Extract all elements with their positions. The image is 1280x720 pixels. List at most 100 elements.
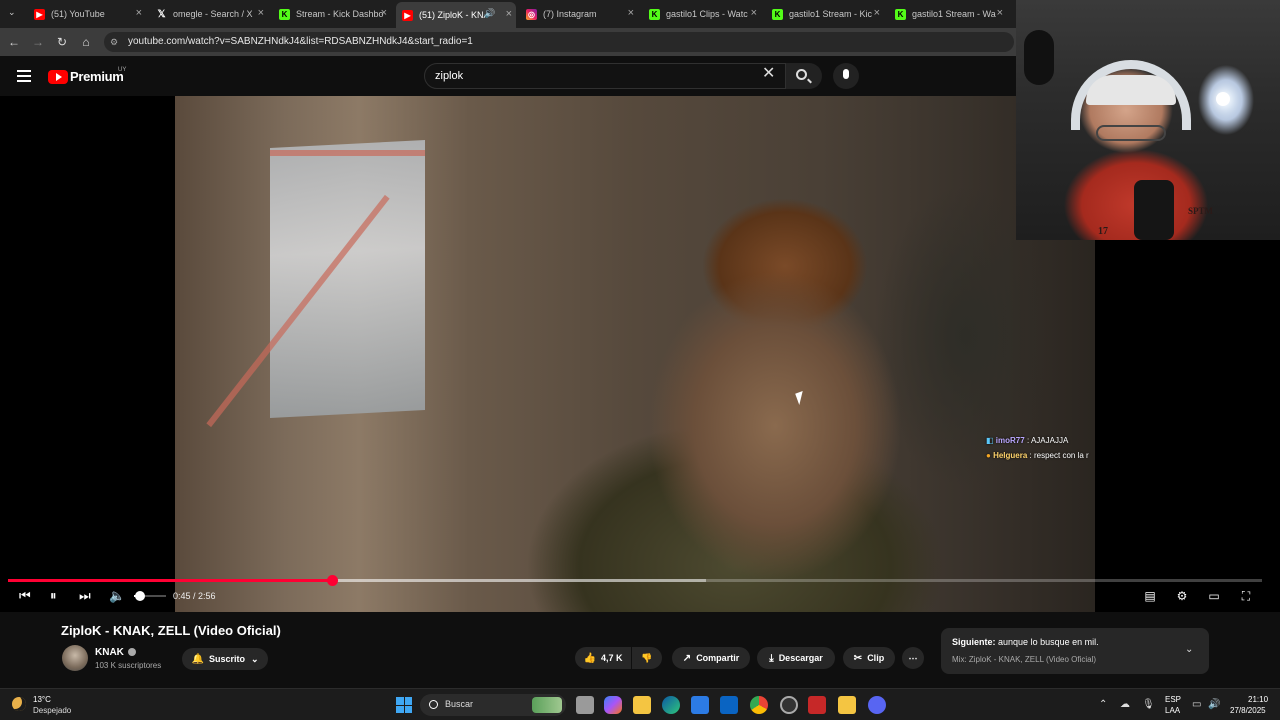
previous-video-icon[interactable]: ⏮ (19, 588, 33, 604)
browser-tab[interactable]: K gastilo1 Stream - Kic × (766, 4, 884, 24)
subtitles-icon[interactable]: ▤ (1142, 588, 1158, 604)
search-highlight-icon (532, 697, 562, 713)
close-icon[interactable]: × (751, 7, 757, 19)
app-icon[interactable] (838, 696, 856, 714)
up-next-title: aunque lo busque en mil. (998, 637, 1099, 647)
tab-title: omegle - Search / X (173, 9, 253, 19)
youtube-icon: ▶ (34, 8, 45, 20)
browser-tab-active[interactable]: ▶ (51) ZiploK - KNA 🔊 × (396, 2, 516, 28)
clock-time[interactable]: 21:10 (1248, 695, 1268, 704)
video-frame[interactable] (175, 96, 1095, 612)
share-label: Compartir (696, 653, 740, 663)
close-icon[interactable]: × (136, 7, 142, 19)
moon-weather-icon[interactable] (12, 697, 26, 711)
home-icon[interactable]: ⌂ (78, 34, 94, 50)
volume-slider-handle[interactable] (135, 591, 146, 601)
progress-scrubber-handle[interactable] (326, 575, 338, 586)
speaker-icon[interactable]: 🔊 (1208, 699, 1220, 710)
chat-text: : AJAJAJJA (1026, 436, 1069, 445)
chat-text: : respect con la r (1029, 451, 1089, 460)
task-view-icon[interactable] (576, 696, 594, 714)
kick-icon: K (895, 8, 906, 20)
discord-icon[interactable] (868, 696, 886, 714)
clock-date[interactable]: 27/8/2025 (1230, 706, 1266, 715)
address-bar[interactable]: youtube.com/watch?v=SABNZHNdkJ4&list=RDS… (104, 32, 1014, 52)
close-icon[interactable]: × (628, 7, 634, 19)
volume-icon[interactable]: 🔈 (109, 588, 125, 604)
progress-bar[interactable] (8, 575, 1262, 586)
scissors-icon: ✂ (853, 652, 863, 664)
subscribed-button[interactable]: 🔔 Suscrito ⌄ (182, 648, 268, 670)
up-next-card[interactable]: Siguiente: aunque lo busque en mil. Mix:… (941, 628, 1209, 674)
weather-temperature[interactable]: 13°C (33, 695, 51, 704)
browser-tab[interactable]: K gastilo1 Stream - Wa × (889, 4, 1007, 24)
theater-mode-icon[interactable]: ▭ (1206, 588, 1222, 604)
chat-message: ● Helguera : respect con la r (986, 451, 1089, 460)
language-indicator[interactable]: ESP (1165, 695, 1181, 704)
browser-tab[interactable]: K Stream - Kick Dashbo × (273, 4, 391, 24)
browser-tab[interactable]: 𝕏 omegle - Search / X × (150, 4, 268, 24)
dislike-button[interactable]: 👎 (632, 647, 662, 669)
close-icon[interactable]: × (258, 7, 264, 19)
volume-slider[interactable] (134, 591, 166, 601)
verified-icon (128, 648, 136, 656)
browser-tab[interactable]: K gastilo1 Clips - Watc × (643, 4, 761, 24)
channel-name[interactable]: KNAK (95, 647, 124, 658)
next-video-icon[interactable]: ⏭ (79, 588, 93, 604)
outlook-icon[interactable] (720, 696, 738, 714)
tab-title: gastilo1 Clips - Watc (666, 9, 748, 19)
reload-icon[interactable]: ↻ (54, 34, 70, 50)
close-icon[interactable]: × (874, 7, 880, 19)
edge-icon[interactable] (662, 696, 680, 714)
streaming-app-icon[interactable] (808, 696, 826, 714)
file-explorer-icon[interactable] (633, 696, 651, 714)
tab-list-chevron-icon[interactable]: ⌄ (8, 7, 16, 18)
close-icon[interactable]: × (997, 7, 1003, 19)
search-input[interactable]: ziplok (424, 63, 786, 89)
channel-avatar[interactable] (62, 645, 88, 671)
tab-title: (51) YouTube (51, 9, 105, 19)
microphone-icon[interactable]: 🎙 (1142, 699, 1155, 710)
network-icon[interactable]: ▭ (1192, 699, 1201, 710)
youtube-header: Premium UY ziplok ✕ (0, 56, 1016, 96)
chrome-icon[interactable] (750, 696, 768, 714)
speaker-icon[interactable]: 🔊 (484, 8, 495, 19)
clip-button[interactable]: ✂ Clip (843, 647, 895, 669)
chevron-down-icon[interactable]: ⌄ (1185, 644, 1193, 655)
clip-label: Clip (867, 653, 885, 663)
search-value: ziplok (435, 70, 464, 82)
chat-message: ◧ imoR77 : AJAJAJJA (986, 436, 1068, 445)
share-button[interactable]: ↗ Compartir (672, 647, 750, 669)
more-actions-button[interactable]: ⋯ (902, 647, 924, 669)
keyboard-layout-indicator[interactable]: LAA (1165, 706, 1180, 715)
forward-arrow-icon[interactable]: → (30, 34, 46, 50)
premium-logo-text[interactable]: Premium (70, 69, 124, 84)
download-button[interactable]: ⤓ Descargar (757, 647, 835, 669)
settings-gear-icon[interactable]: ⚙ (1174, 588, 1190, 604)
youtube-logo-icon[interactable] (48, 70, 68, 84)
copilot-icon[interactable] (604, 696, 622, 714)
app-icon[interactable] (780, 696, 798, 714)
browser-tab[interactable]: ▶ (51) YouTube × (28, 4, 146, 24)
close-icon[interactable]: × (381, 7, 387, 19)
back-arrow-icon[interactable]: ← (6, 34, 22, 50)
webcam-cap (1086, 75, 1176, 105)
up-next-label: Siguiente: aunque lo busque en mil. (952, 637, 1099, 647)
site-info-icon[interactable]: ⚙ (110, 37, 120, 47)
voice-search-button[interactable] (833, 63, 859, 89)
clear-search-icon[interactable]: ✕ (762, 66, 775, 82)
like-button[interactable]: 👍 4,7 K (575, 647, 631, 669)
store-icon[interactable] (691, 696, 709, 714)
close-icon[interactable]: × (506, 8, 512, 20)
tray-chevron-up-icon[interactable]: ⌃ (1099, 699, 1107, 710)
fullscreen-icon[interactable]: ⛶ (1238, 588, 1254, 604)
windows-start-icon[interactable] (396, 697, 412, 713)
browser-tab[interactable]: ◎ (7) Instagram × (520, 4, 638, 24)
search-button[interactable] (786, 63, 822, 89)
weather-description[interactable]: Despejado (33, 706, 71, 715)
taskbar-search-input[interactable]: Buscar (420, 694, 566, 716)
pause-icon[interactable]: ⏸ (50, 588, 64, 604)
hamburger-menu-icon[interactable] (17, 70, 31, 82)
onedrive-icon[interactable]: ☁ (1120, 699, 1130, 710)
more-dots-icon: ⋯ (908, 652, 918, 663)
